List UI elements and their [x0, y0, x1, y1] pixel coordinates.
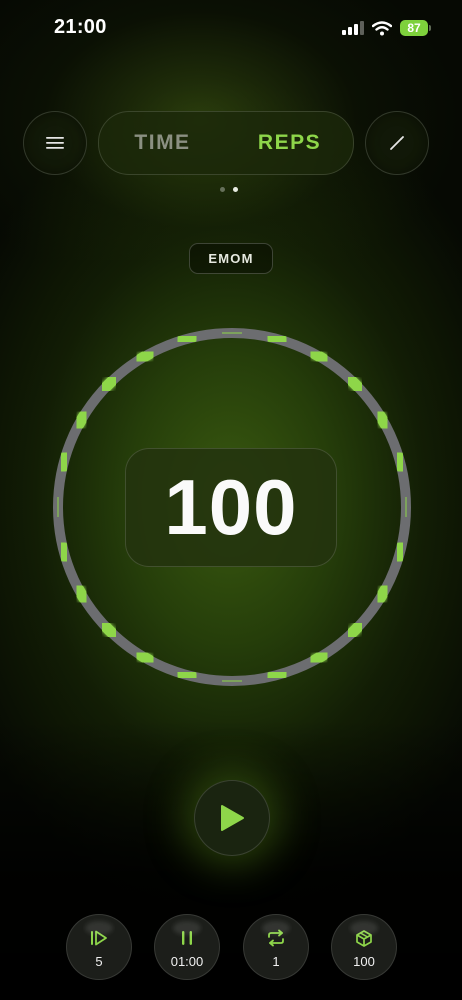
stat-total-reps-value: 100	[353, 953, 375, 969]
ring-segment	[266, 668, 288, 682]
ring-segment	[374, 584, 391, 604]
mode-toggle[interactable]: TIME REPS	[98, 111, 354, 175]
stat-total-reps[interactable]: 100	[331, 914, 397, 980]
wifi-icon	[372, 20, 392, 35]
stat-interval[interactable]: 01:00	[154, 914, 220, 980]
ring-segment	[73, 410, 90, 430]
hamburger-menu-icon	[46, 137, 64, 149]
stat-rounds[interactable]: 5	[66, 914, 132, 980]
stat-interval-value: 01:00	[170, 953, 204, 969]
ring-segment	[57, 451, 71, 473]
rep-counter: 100	[125, 448, 337, 567]
menu-button[interactable]	[23, 111, 87, 175]
status-time: 21:00	[54, 16, 107, 38]
ring-segment	[176, 332, 198, 346]
status-icons: 87	[342, 18, 431, 38]
ring-segment	[135, 649, 155, 666]
page-dot-active[interactable]	[233, 187, 238, 192]
battery-icon: 87	[400, 20, 431, 36]
ring-segment	[100, 375, 118, 393]
ring-segment	[346, 621, 364, 639]
ring-segment	[135, 348, 155, 365]
signal-icon	[342, 21, 364, 35]
rep-counter-value: 100	[164, 463, 298, 551]
ring-segment	[73, 584, 90, 604]
edit-button[interactable]	[365, 111, 429, 175]
mode-tag: EMOM	[189, 243, 273, 274]
ring-segment	[393, 541, 407, 563]
ring-segment	[266, 332, 288, 346]
mode-option-time[interactable]: TIME	[99, 131, 226, 155]
pencil-icon	[390, 136, 404, 150]
ring-segment	[346, 375, 364, 393]
battery-level: 87	[407, 21, 421, 35]
ring-segment	[176, 668, 198, 682]
page-indicator	[220, 187, 238, 192]
ring-segment	[309, 649, 329, 666]
stat-sets[interactable]: 1	[243, 914, 309, 980]
stat-rounds-value: 5	[95, 953, 103, 969]
ring-segment	[309, 348, 329, 365]
ring-segment	[393, 451, 407, 473]
play-button[interactable]	[194, 780, 270, 856]
ring-segment	[57, 541, 71, 563]
ring-segment	[374, 410, 391, 430]
page-dot[interactable]	[220, 187, 225, 192]
ring-segment	[100, 621, 118, 639]
play-icon	[221, 805, 244, 831]
stat-sets-value: 1	[272, 953, 280, 969]
mode-option-reps[interactable]: REPS	[226, 131, 353, 155]
